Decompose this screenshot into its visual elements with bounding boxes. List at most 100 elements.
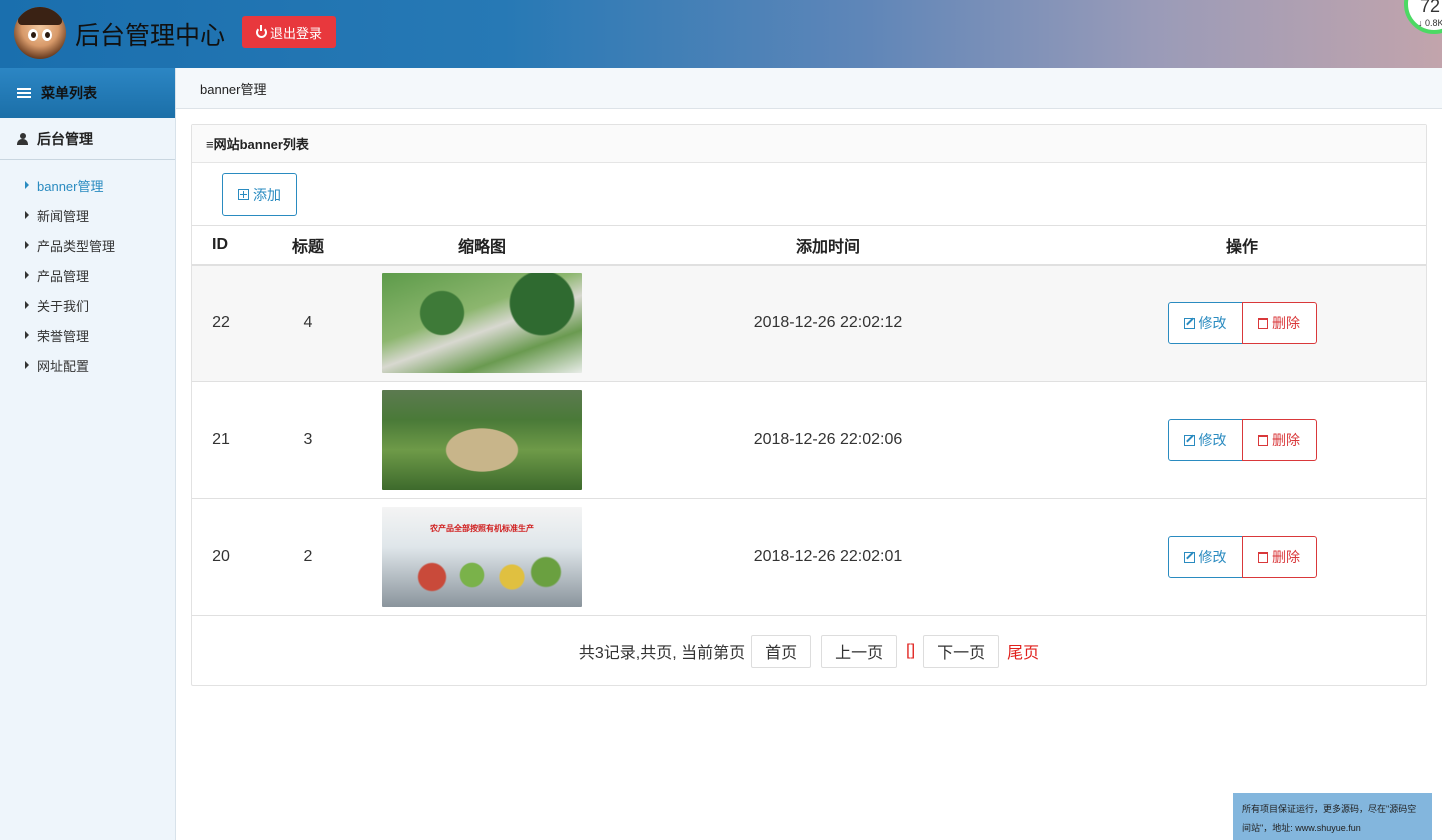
cell-thumb: 农产品全部按照有机标准生产 — [366, 498, 598, 616]
sidebar-item-label: 新闻管理 — [37, 208, 90, 224]
sidebar-item-honors[interactable]: 荣誉管理 — [0, 320, 175, 350]
table-row: 22 4 2018-12-26 22:02:12 修改 删除 — [192, 264, 1426, 382]
cell-thumb — [366, 381, 598, 499]
banner-thumbnail[interactable] — [382, 273, 582, 374]
sidebar-item-banner[interactable]: banner管理 — [0, 170, 175, 200]
plus-square-icon — [238, 189, 249, 200]
col-header-ops: 操作 — [1058, 225, 1426, 266]
sidebar-item-news[interactable]: 新闻管理 — [0, 200, 175, 230]
trash-icon — [1258, 551, 1268, 563]
first-page-button[interactable]: 首页 — [751, 634, 812, 668]
delete-label: 删除 — [1272, 549, 1300, 565]
add-button[interactable]: 添加 — [222, 173, 297, 216]
cell-time: 2018-12-26 22:02:01 — [598, 498, 1058, 616]
thumbnail-caption: 农产品全部按照有机标准生产 — [430, 524, 534, 533]
delete-label: 删除 — [1272, 432, 1300, 448]
banner-list-panel: ≡网站banner列表 添加 ID 标题 缩略图 添加时间 操作 22 4 20… — [191, 124, 1427, 686]
speed-value: 72 — [1420, 0, 1441, 16]
top-header: 后台管理中心 退出登录 72 ↓ 0.8K — [0, 0, 1442, 68]
delete-button[interactable]: 删除 — [1241, 419, 1317, 461]
last-page-link[interactable]: 尾页 — [1007, 639, 1039, 663]
caret-right-icon — [25, 211, 29, 219]
menu-header[interactable]: 菜单列表 — [0, 68, 175, 118]
caret-right-icon — [25, 241, 29, 249]
breadcrumb-current: banner管理 — [200, 81, 267, 97]
sidebar-item-about[interactable]: 关于我们 — [0, 290, 175, 320]
edit-button[interactable]: 修改 — [1167, 419, 1243, 461]
pagination: 共3记录,共页, 当前第页 首页 上一页 [] 下一页 尾页 — [192, 617, 1426, 685]
sidebar-item-label: 荣誉管理 — [37, 328, 90, 344]
sidebar-item-label: 网址配置 — [37, 358, 90, 374]
banner-thumbnail[interactable]: 农产品全部按照有机标准生产 — [382, 507, 582, 607]
edit-label: 修改 — [1198, 432, 1227, 448]
banner-thumbnail[interactable] — [382, 390, 582, 490]
cell-ops: 修改 删除 — [1058, 381, 1426, 499]
sidebar-nav: banner管理 新闻管理 产品类型管理 产品管理 关于我们 荣誉管理 网址配置 — [0, 160, 175, 380]
col-header-id: ID — [192, 225, 250, 266]
table-row: 21 3 2018-12-26 22:02:06 修改 删除 — [192, 381, 1426, 499]
edit-button[interactable]: 修改 — [1167, 536, 1243, 578]
delete-button[interactable]: 删除 — [1241, 536, 1317, 578]
edit-icon — [1183, 551, 1195, 563]
caret-right-icon — [25, 361, 29, 369]
user-icon — [17, 132, 28, 145]
cell-thumb — [366, 264, 598, 382]
delete-button[interactable]: 删除 — [1241, 302, 1317, 345]
sidebar-item-product-types[interactable]: 产品类型管理 — [0, 230, 175, 260]
edit-label: 修改 — [1198, 315, 1227, 332]
panel-header: ≡网站banner列表 — [192, 125, 1426, 163]
col-header-time: 添加时间 — [598, 225, 1058, 266]
table-row: 20 2 农产品全部按照有机标准生产 2018-12-26 22:02:01 修… — [192, 498, 1426, 616]
col-header-thumb: 缩略图 — [366, 225, 598, 266]
cell-ops: 修改 删除 — [1058, 498, 1426, 616]
section-title: 后台管理 — [37, 130, 93, 147]
sidebar-item-label: 产品类型管理 — [37, 238, 116, 254]
caret-right-icon — [25, 181, 29, 189]
cell-time: 2018-12-26 22:02:12 — [598, 264, 1058, 382]
sidebar-item-label: 产品管理 — [37, 268, 90, 284]
speed-rate: ↓ 0.8K — [1418, 18, 1442, 28]
cell-ops: 修改 删除 — [1058, 264, 1426, 382]
cell-title: 3 — [250, 381, 366, 499]
banner-table: ID 标题 缩略图 添加时间 操作 22 4 2018-12-26 22:02:… — [192, 225, 1426, 616]
sidebar-item-products[interactable]: 产品管理 — [0, 260, 175, 290]
logout-button[interactable]: 退出登录 — [242, 16, 336, 48]
edit-icon — [1183, 434, 1195, 446]
edit-icon — [1183, 317, 1195, 329]
sidebar-item-label: banner管理 — [37, 178, 104, 194]
edit-label: 修改 — [1198, 549, 1227, 565]
current-page: [] — [906, 642, 916, 659]
table-header-row: ID 标题 缩略图 添加时间 操作 — [192, 225, 1426, 266]
cell-title: 4 — [250, 264, 366, 382]
sidebar: 菜单列表 后台管理 banner管理 新闻管理 产品类型管理 产品管理 关于我们… — [0, 68, 176, 840]
cell-id: 20 — [192, 498, 250, 616]
caret-right-icon — [25, 271, 29, 279]
trash-icon — [1258, 434, 1268, 446]
sidebar-item-label: 关于我们 — [37, 298, 90, 314]
col-header-title: 标题 — [250, 225, 366, 266]
panel-title: ≡网站banner列表 — [206, 137, 309, 152]
app-title: 后台管理中心 — [75, 22, 226, 50]
section-header[interactable]: 后台管理 — [0, 118, 175, 160]
prev-page-button[interactable]: 上一页 — [821, 634, 898, 668]
pagination-info: 共3记录,共页, 当前第页 — [578, 645, 746, 662]
next-page-button[interactable]: 下一页 — [923, 634, 1000, 668]
sidebar-item-url-config[interactable]: 网址配置 — [0, 350, 175, 380]
cell-time: 2018-12-26 22:02:06 — [598, 381, 1058, 499]
footer-notice: 所有项目保证运行，更多源码，尽在"源码空间站"，地址: www.shuyue.f… — [1233, 793, 1432, 840]
power-icon — [255, 24, 267, 38]
avatar — [14, 7, 66, 59]
delete-label: 删除 — [1272, 315, 1300, 332]
cell-id: 22 — [192, 264, 250, 382]
menu-title: 菜单列表 — [41, 85, 97, 101]
cell-id: 21 — [192, 381, 250, 499]
network-speed-widget[interactable]: 72 ↓ 0.8K — [1404, 0, 1442, 34]
cell-title: 2 — [250, 498, 366, 616]
edit-button[interactable]: 修改 — [1167, 302, 1243, 345]
logout-label: 退出登录 — [269, 25, 322, 41]
caret-right-icon — [25, 331, 29, 339]
trash-icon — [1258, 317, 1268, 329]
breadcrumb: banner管理 — [176, 68, 1442, 109]
list-icon — [17, 87, 31, 99]
caret-right-icon — [25, 301, 29, 309]
